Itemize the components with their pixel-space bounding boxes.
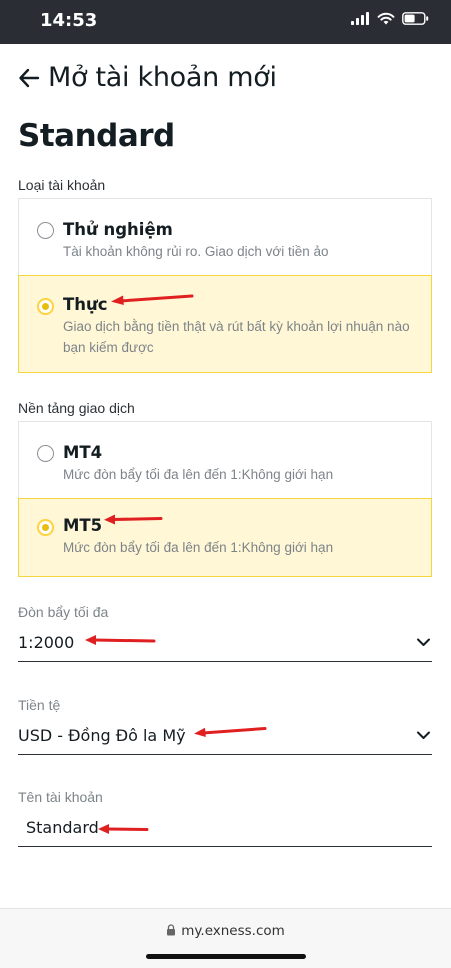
url-bar[interactable]: my.exness.com bbox=[0, 923, 451, 939]
lock-icon bbox=[167, 924, 176, 936]
currency-label: Tiền tệ bbox=[18, 697, 61, 713]
radio-real[interactable] bbox=[37, 298, 54, 315]
option-description: Giao dịch bằng tiền thật và rút bất kỳ k… bbox=[63, 319, 410, 355]
radio-mt5[interactable] bbox=[37, 519, 54, 536]
status-bar: 14:53 bbox=[0, 0, 451, 44]
chevron-down-icon bbox=[417, 638, 430, 646]
leverage-value: 1:2000 bbox=[18, 633, 75, 652]
annotation-arrow bbox=[98, 824, 149, 834]
account-type-label: Loại tài khoản bbox=[18, 177, 106, 193]
header-title: Mở tài khoản mới bbox=[48, 62, 277, 93]
currency-value: USD - Đồng Đô la Mỹ bbox=[18, 726, 186, 745]
leverage-field: Đòn bẩy tối đa 1:2000 bbox=[18, 604, 432, 662]
option-description: Mức đòn bẩy tối đa lên đến 1:Không giới … bbox=[63, 540, 334, 555]
account-type-option-demo[interactable]: Thử nghiệm Tài khoản không rủi ro. Giao … bbox=[19, 199, 431, 276]
platform-label: Nền tảng giao dịch bbox=[18, 400, 135, 416]
annotation-arrow bbox=[85, 635, 156, 645]
platform-option-mt5[interactable]: MT5 Mức đòn bẩy tối đa lên đến 1:Không g… bbox=[18, 498, 432, 577]
platform-group: MT4 Mức đòn bẩy tối đa lên đến 1:Không g… bbox=[18, 421, 432, 577]
option-title: Thử nghiệm bbox=[63, 220, 173, 239]
annotation-arrow bbox=[111, 294, 194, 305]
url-text: my.exness.com bbox=[181, 923, 285, 939]
page-header: Mở tài khoản mới bbox=[18, 62, 277, 93]
account-name-label: Tên tài khoản bbox=[18, 789, 103, 805]
chevron-down-icon bbox=[417, 731, 430, 739]
battery-icon bbox=[402, 12, 429, 25]
signal-icon bbox=[351, 12, 369, 25]
annotation-arrow bbox=[194, 727, 267, 737]
leverage-select[interactable]: 1:2000 bbox=[18, 628, 432, 662]
radio-demo[interactable] bbox=[37, 222, 54, 239]
option-description: Tài khoản không rủi ro. Giao dịch với ti… bbox=[63, 244, 329, 259]
home-indicator bbox=[146, 954, 306, 959]
account-name-field: Tên tài khoản Standard bbox=[18, 789, 432, 847]
arrow-left-icon[interactable] bbox=[18, 67, 40, 89]
browser-bottom-bar: my.exness.com bbox=[0, 908, 451, 968]
radio-mt4[interactable] bbox=[37, 445, 54, 462]
wifi-icon bbox=[377, 12, 395, 25]
page-title: Standard bbox=[18, 118, 175, 154]
account-type-option-real[interactable]: Thực Giao dịch bằng tiền thật và rút bất… bbox=[18, 275, 432, 373]
account-name-value: Standard bbox=[26, 818, 99, 837]
leverage-label: Đòn bẩy tối đa bbox=[18, 604, 109, 620]
account-name-input[interactable]: Standard bbox=[18, 813, 432, 847]
status-time: 14:53 bbox=[40, 10, 98, 31]
annotation-arrow bbox=[104, 514, 163, 525]
option-description: Mức đòn bẩy tối đa lên đến 1:Không giới … bbox=[63, 467, 334, 482]
platform-option-mt4[interactable]: MT4 Mức đòn bẩy tối đa lên đến 1:Không g… bbox=[19, 422, 431, 499]
account-type-group: Thử nghiệm Tài khoản không rủi ro. Giao … bbox=[18, 198, 432, 373]
option-title: MT4 bbox=[63, 443, 103, 462]
